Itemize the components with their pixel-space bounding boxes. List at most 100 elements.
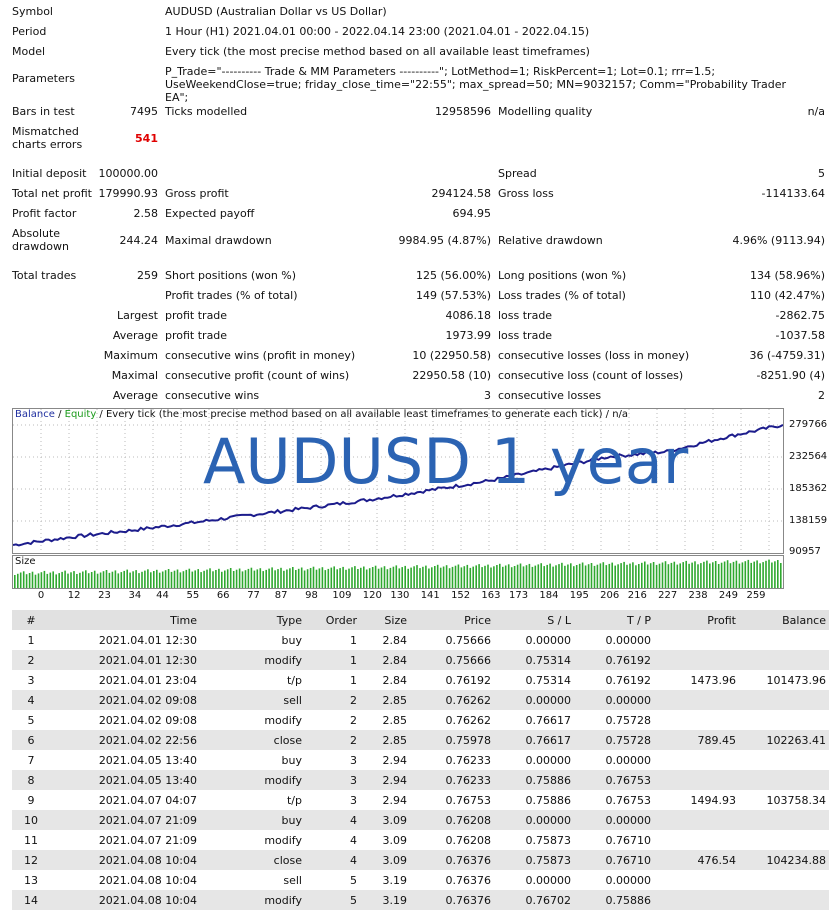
table-row[interactable]: 3 2021.04.01 23:04 t/p 1 2.84 0.76192 0.75314 0…	[12, 670, 829, 690]
size-bar	[735, 560, 738, 588]
cell-balance	[739, 630, 829, 650]
size-bar	[31, 571, 34, 588]
size-bar	[250, 567, 253, 588]
net-profit-value: 179990.93	[98, 187, 159, 200]
cell-balance	[739, 710, 829, 730]
col-header-price[interactable]: Price	[410, 610, 494, 630]
table-row[interactable]: 2 2021.04.01 12:30 modify 1 2.84 0.75666 0.753…	[12, 650, 829, 670]
table-row[interactable]: 1 2021.04.01 12:30 buy 1 2.84 0.75666 0.00000 0…	[12, 630, 829, 650]
table-row[interactable]: 13 2021.04.08 10:04 sell 5 3.19 0.76376 0.0000…	[12, 870, 829, 890]
cell-profit	[654, 830, 739, 850]
size-bar	[259, 568, 262, 588]
cell-tp: 0.76710	[574, 850, 654, 870]
cell-type: buy	[200, 810, 305, 830]
largest-loss-label: loss trade	[498, 309, 553, 322]
size-bar	[401, 567, 403, 588]
size-bar	[52, 571, 54, 588]
size-bar	[40, 572, 43, 588]
x-tick-label: 44	[156, 590, 169, 601]
size-bar	[37, 573, 40, 588]
size-bar	[717, 564, 720, 588]
cell-profit: 476.54	[654, 850, 739, 870]
cell-size: 3.09	[360, 810, 410, 830]
cell-profit	[654, 690, 739, 710]
short-positions-label: Short positions (won %)	[165, 269, 297, 282]
cell-time: 2021.04.07 21:09	[50, 810, 200, 830]
loss-trades-value: 110 (42.47%)	[749, 289, 825, 302]
avg-consecutive-losses-label: consecutive losses	[498, 389, 602, 402]
size-bar	[87, 573, 90, 588]
size-bar	[445, 565, 448, 588]
col-header-balance[interactable]: Balance	[739, 610, 829, 630]
table-header-row: # Time Type Order Size Price S / L T / P…	[12, 610, 829, 630]
table-row[interactable]: 14 2021.04.08 10:04 modify 5 3.19 0.76376 0.76…	[12, 890, 829, 910]
loss-trades-label: Loss trades (% of total)	[498, 289, 626, 302]
col-header-order[interactable]: Order	[305, 610, 360, 630]
col-header-tp[interactable]: T / P	[574, 610, 654, 630]
cell-type: buy	[281, 633, 302, 647]
x-tick-label: 259	[746, 590, 766, 601]
spread-label: Spread	[498, 167, 537, 180]
table-row[interactable]: 6 2021.04.02 22:56 close 2 2.85 0.75978 0.7661…	[12, 730, 829, 750]
size-bar	[644, 561, 646, 588]
table-row[interactable]: 10 2021.04.07 21:09 buy 4 3.09 0.76208 0.00000…	[12, 810, 829, 830]
table-row[interactable]: 11 2021.04.07 21:09 modify 4 3.09 0.76208 0.75…	[12, 830, 829, 850]
size-bar	[460, 567, 463, 588]
size-bar	[132, 571, 134, 588]
size-bar	[82, 571, 84, 588]
size-bar	[463, 566, 466, 588]
x-tick-label: 152	[451, 590, 471, 601]
size-bar	[170, 571, 173, 588]
largest-profit-value: 4086.18	[445, 309, 492, 322]
long-positions-label: Long positions (won %)	[498, 269, 627, 282]
cell-order: 2	[350, 713, 357, 727]
cell-time: 2021.04.01 12:30	[98, 633, 197, 647]
size-bar	[694, 561, 696, 588]
size-bar	[608, 563, 611, 588]
avg-consecutive-wins-value: 3	[484, 389, 491, 402]
table-row[interactable]: 9 2021.04.07 04:07 t/p 3 2.94 0.76753 0.75886 0…	[12, 790, 829, 810]
size-bar	[587, 564, 590, 588]
size-bar	[203, 570, 205, 588]
size-bar	[297, 568, 300, 588]
bars-label: Bars in test	[12, 105, 75, 118]
table-row[interactable]: 12 2021.04.08 10:04 close 4 3.09 0.76376 0.758…	[12, 850, 829, 870]
size-bar	[646, 564, 649, 588]
size-bar	[76, 574, 78, 588]
size-bar	[17, 573, 19, 588]
col-header-sl[interactable]: S / L	[494, 610, 574, 630]
size-bar	[306, 569, 309, 588]
cell-number: 3	[27, 673, 35, 687]
col-header-number[interactable]: #	[12, 610, 50, 630]
size-bar	[685, 560, 687, 588]
cell-sl: 0.00000	[494, 690, 574, 710]
size-bar	[578, 563, 581, 588]
table-row[interactable]: 8 2021.04.05 13:40 modify 3 2.94 0.76233 0.758…	[12, 770, 829, 790]
cell-number: 11	[24, 833, 38, 847]
table-row[interactable]: 5 2021.04.02 09:08 modify 2 2.85 0.76262 0.766…	[12, 710, 829, 730]
col-header-size[interactable]: Size	[360, 610, 410, 630]
size-bar	[398, 568, 401, 588]
size-bar	[22, 571, 25, 588]
size-bar	[709, 563, 711, 588]
col-header-time[interactable]: Time	[50, 610, 200, 630]
size-bar	[528, 563, 531, 588]
cell-time: 2021.04.08 10:04	[98, 873, 197, 887]
gross-loss-value: -114133.64	[761, 187, 825, 200]
cell-type: modify	[264, 833, 302, 847]
parameters-value: P_Trade="---------- Trade & MM Parameter…	[165, 65, 786, 104]
col-header-profit[interactable]: Profit	[654, 610, 739, 630]
size-bar	[655, 564, 658, 588]
cell-balance: 103758.34	[766, 793, 827, 807]
size-bar	[138, 573, 140, 588]
table-row[interactable]: 4 2021.04.02 09:08 sell 2 2.85 0.76262 0.00000…	[12, 690, 829, 710]
cell-profit: 1494.93	[690, 793, 737, 807]
maximal-consecutive-loss-label: consecutive loss (count of losses)	[498, 369, 684, 382]
col-header-type[interactable]: Type	[200, 610, 305, 630]
table-row[interactable]: 7 2021.04.05 13:40 buy 3 2.94 0.76233 0.00000 0…	[12, 750, 829, 770]
size-bar	[431, 567, 433, 588]
size-bar	[360, 567, 362, 588]
size-bar	[224, 570, 226, 588]
size-bar	[732, 561, 735, 588]
cell-sl: 0.75886	[494, 770, 574, 790]
